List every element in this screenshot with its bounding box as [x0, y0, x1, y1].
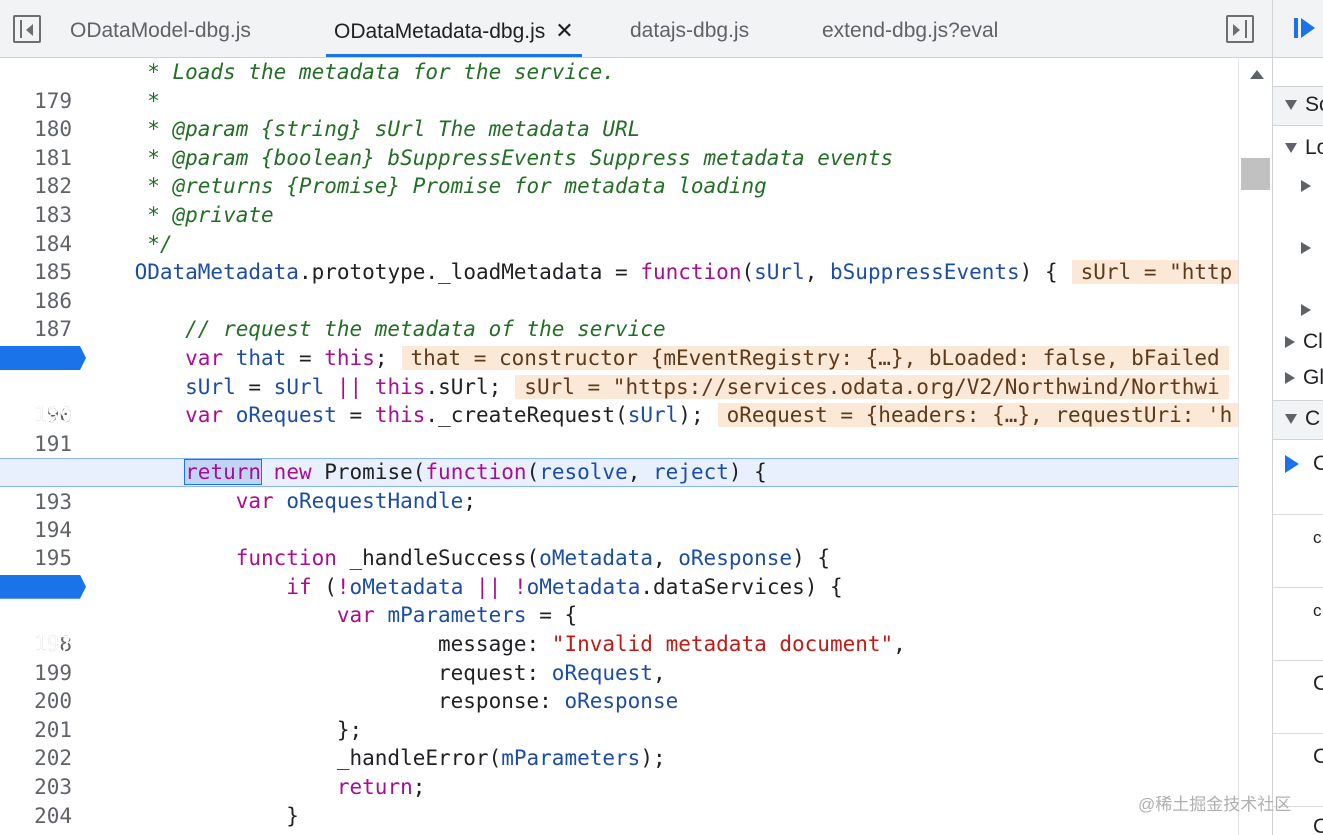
code-line: 179 * Loads the metadata for the service…	[0, 58, 1238, 113]
debugger-toolbar	[1273, 0, 1323, 58]
code-line: 188 // request the metadata of the servi…	[0, 315, 1238, 370]
divider	[1273, 514, 1323, 515]
chevron-down-icon	[1285, 414, 1297, 425]
code-line: 183 * @returns {Promise} Promise for met…	[0, 172, 1238, 227]
code-line: 186 ODataMetadata.prototype._loadMetadat…	[0, 258, 1242, 313]
code-line: 182 * @param {boolean} bSuppressEvents S…	[0, 144, 1238, 199]
code-line: 205 }	[0, 802, 1238, 835]
code-line: 200 request: oRequest,	[0, 659, 1238, 714]
editor-tab-bar: ODataModel-dbg.js ODataMetadata-dbg.js ✕ …	[0, 0, 1272, 58]
divider	[1273, 660, 1323, 661]
chevron-right-icon	[1285, 336, 1295, 349]
scrollbar-thumb[interactable]	[1241, 158, 1270, 190]
call-frame[interactable]: C	[1313, 672, 1323, 696]
scope-item[interactable]	[1301, 236, 1319, 260]
code-line: 194 var oRequestHandle;	[0, 487, 1238, 542]
chevron-right-icon	[1301, 180, 1311, 193]
debugger-sidebar: Sc Lo Cl Gl C C c c C C C	[1272, 0, 1323, 835]
scope-closure[interactable]: Cl	[1285, 330, 1323, 354]
scroll-up-icon[interactable]	[1250, 70, 1264, 79]
code-line: 184 * @private	[0, 201, 1238, 256]
code-line: 203 _handleError(mParameters);	[0, 744, 1238, 799]
scope-local[interactable]: Lo	[1285, 136, 1323, 160]
chevron-right-icon	[1285, 372, 1295, 385]
inline-value: oRequest = {headers: {…}, requestUri: 'h	[717, 403, 1242, 428]
watermark: @稀土掘金技术社区	[1138, 795, 1292, 814]
code-line: 180 *	[0, 87, 1238, 142]
section-label: Sc	[1305, 93, 1323, 116]
tab-odatamodel[interactable]: ODataModel-dbg.js	[62, 0, 259, 57]
tab-datajs[interactable]: datajs-dbg.js	[622, 0, 757, 57]
scope-label: Lo	[1305, 136, 1323, 159]
code-line: 195	[0, 516, 1238, 570]
tab-label: ODataModel-dbg.js	[70, 19, 251, 42]
callstack-section-header[interactable]: C	[1273, 400, 1323, 440]
inline-value: sUrl = "https://services.odata.org/V2/No…	[515, 374, 1229, 399]
scope-item[interactable]	[1301, 174, 1319, 198]
execution-line: 193 return new Promise(function(resolve,…	[0, 458, 1238, 514]
toggle-debugger-icon[interactable]	[1226, 15, 1254, 43]
toggle-navigator-icon[interactable]	[13, 15, 41, 43]
current-frame-arrow-icon	[1285, 455, 1299, 473]
code-editor[interactable]: 179 * Loads the metadata for the service…	[0, 58, 1272, 835]
call-frame[interactable]: C	[1313, 745, 1323, 769]
code-line: 185 */	[0, 230, 1238, 285]
call-frame[interactable]: C	[1313, 452, 1323, 476]
code-line: 187	[0, 287, 1238, 341]
code-line: 197 if (!oMetadata || !oMetadata.dataSer…	[0, 573, 1238, 656]
code-line: 181 * @param {string} sUrl The metadata …	[0, 115, 1238, 170]
line-number[interactable]: 205	[0, 830, 72, 835]
vertical-scrollbar[interactable]	[1238, 58, 1272, 835]
code-line: 199 message: "Invalid metadata document"…	[0, 630, 1238, 685]
code-line: 190 sUrl = sUrl || this.sUrl; sUrl = "htt…	[0, 373, 1238, 427]
tab-label: extend-dbg.js?eval	[822, 19, 999, 42]
chevron-down-icon	[1285, 100, 1297, 111]
section-label: C	[1305, 407, 1321, 430]
active-tab-indicator	[326, 54, 582, 57]
inline-value: sUrl = "http	[1071, 260, 1242, 285]
close-icon[interactable]: ✕	[555, 18, 573, 43]
call-frame[interactable]: c	[1313, 528, 1322, 548]
call-frame[interactable]: c	[1313, 601, 1322, 621]
scope-label: Cl	[1303, 330, 1323, 353]
code-line: 196 function _handleSuccess(oMetadata, o…	[0, 544, 1238, 599]
tab-label: datajs-dbg.js	[630, 19, 750, 42]
breakpoint-marker[interactable]	[0, 346, 86, 370]
inline-value: that = constructor {mEventRegistry: {…},…	[401, 346, 1229, 370]
divider	[1273, 587, 1323, 588]
breakpoint-marker[interactable]	[0, 574, 86, 599]
call-frame[interactable]: C	[1313, 815, 1323, 835]
tab-label: ODataMetadata-dbg.js	[334, 20, 546, 43]
tab-odatametadata[interactable]: ODataMetadata-dbg.js ✕	[326, 0, 582, 57]
chevron-right-icon	[1301, 242, 1311, 255]
scope-section-header[interactable]: Sc	[1273, 86, 1323, 126]
code-line: 189 var that = this; that = constructor {…	[0, 344, 1238, 427]
chevron-right-icon	[1301, 304, 1311, 317]
tab-extend[interactable]: extend-dbg.js?eval	[814, 0, 1006, 57]
code-line: 198 var mParameters = {	[0, 601, 1238, 656]
code-line: 204 return;	[0, 773, 1238, 828]
scope-global[interactable]: Gl	[1285, 366, 1323, 390]
chevron-down-icon	[1285, 143, 1297, 154]
code-line: 202 };	[0, 716, 1238, 771]
code-line: 192	[0, 430, 1238, 484]
line-number[interactable]: 189	[0, 401, 72, 430]
divider	[1273, 733, 1323, 734]
scope-label: Gl	[1303, 366, 1323, 389]
line-number[interactable]: 197	[0, 630, 72, 659]
code-line: 191 var oRequest = this._createRequest(s…	[0, 401, 1242, 456]
code-line: 201 response: oResponse	[0, 687, 1238, 742]
scope-item[interactable]	[1301, 298, 1319, 322]
